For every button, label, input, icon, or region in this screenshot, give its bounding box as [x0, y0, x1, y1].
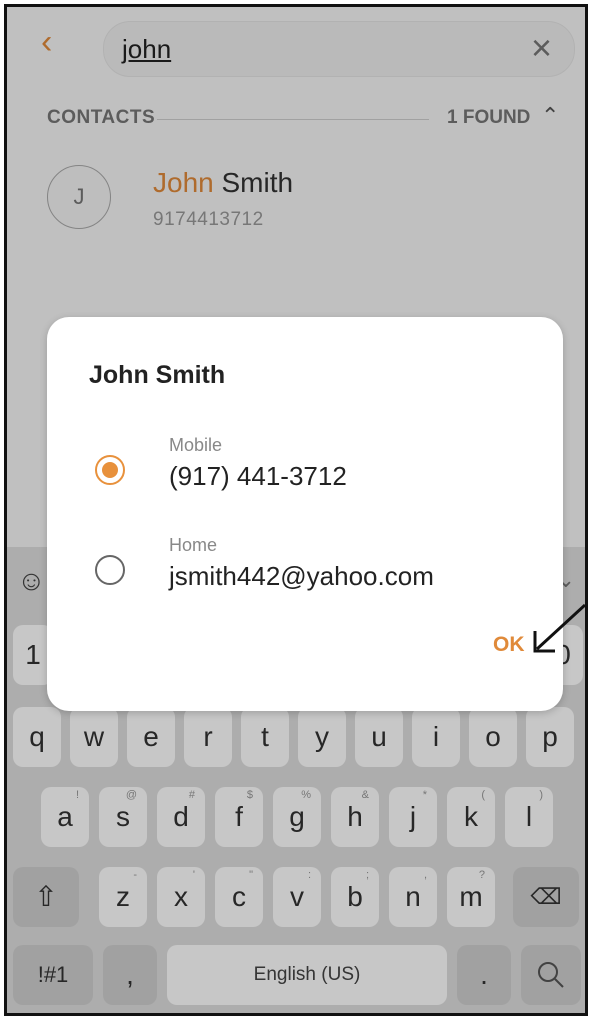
option-home[interactable]: Home jsmith442@yahoo.com [47, 535, 563, 635]
option-type-label: Home [169, 535, 218, 555]
option-value: (917) 441-3712 [169, 461, 347, 491]
dialog-title: John Smith [89, 361, 226, 389]
radio-unselected[interactable] [95, 555, 125, 585]
annotation-arrow-icon [533, 603, 585, 653]
option-type-label: Mobile [169, 435, 223, 455]
phone-screen: ‹ john × CONTACTS 1 FOUND ⌃ J John Smith… [4, 4, 588, 1016]
option-mobile[interactable]: Mobile (917) 441-3712 [47, 435, 563, 535]
option-value: jsmith442@yahoo.com [169, 561, 434, 591]
select-number-dialog: John Smith Mobile (917) 441-3712 Home js… [47, 317, 563, 711]
ok-button[interactable]: OK [493, 633, 525, 657]
radio-selected[interactable] [95, 455, 125, 485]
